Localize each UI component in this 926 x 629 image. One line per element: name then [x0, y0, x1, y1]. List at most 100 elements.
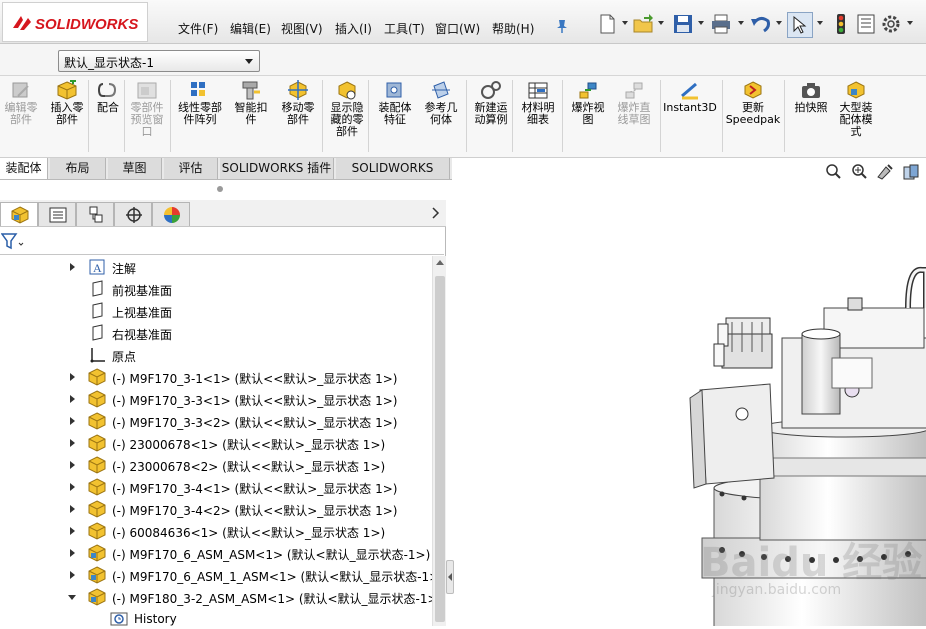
open-dropdown-arrow[interactable]: [658, 21, 664, 25]
command-exploded-view-button[interactable]: 爆炸视 图: [566, 80, 610, 126]
new-document-icon[interactable]: [596, 13, 618, 35]
tree-row[interactable]: (-) M9F170_3-4<2> (默认<<默认>_显示状态 1>): [0, 498, 432, 520]
options-gear-icon[interactable]: [880, 13, 902, 35]
command-speedpak-button[interactable]: 更新 Speedpak: [724, 80, 782, 126]
command-label: 大型装 配体模 式: [839, 101, 873, 138]
expand-arrow-icon[interactable]: [70, 527, 75, 535]
tab-solidworks-mbd[interactable]: SOLIDWORKS MBD: [336, 158, 450, 196]
tree-row[interactable]: (-) 23000678<1> (默认<<默认>_显示状态 1>): [0, 432, 432, 454]
undo-dropdown-arrow[interactable]: [776, 21, 782, 25]
tree-row[interactable]: (-) M9F180_3-2_ASM_ASM<1> (默认<默认_显示状态-1>…: [0, 586, 432, 608]
scroll-up-arrow[interactable]: [436, 260, 444, 265]
section-view-icon[interactable]: [902, 163, 920, 181]
menu-help[interactable]: 帮助(H): [492, 20, 534, 37]
select-dropdown-arrow[interactable]: [817, 21, 823, 25]
speedpak-icon: [744, 81, 762, 99]
tree-row[interactable]: 前视基准面: [0, 278, 432, 300]
expand-arrow-icon[interactable]: [70, 395, 75, 403]
tree-row[interactable]: (-) M9F170_3-1<1> (默认<<默认>_显示状态 1>): [0, 366, 432, 388]
menu-edit[interactable]: 编辑(E): [230, 20, 271, 37]
panel-splitter[interactable]: [0, 180, 446, 200]
tree-row[interactable]: 原点: [0, 344, 432, 366]
expand-arrow-icon[interactable]: [70, 505, 75, 513]
tree-row[interactable]: 右视基准面: [0, 322, 432, 344]
tree-item-label: (-) M9F180_3-2_ASM_ASM<1> (默认<默认_显示状态-1>…: [112, 592, 432, 606]
tree-row[interactable]: (-) 23000678<2> (默认<<默认>_显示状态 1>): [0, 454, 432, 476]
tab-dimxpert-manager[interactable]: [114, 202, 152, 226]
expand-arrow-icon[interactable]: [70, 439, 75, 447]
scroll-thumb[interactable]: [435, 276, 445, 622]
expand-arrow-icon[interactable]: [70, 483, 75, 491]
new-dropdown-arrow[interactable]: [622, 21, 628, 25]
tree-row[interactable]: (-) M9F170_3-4<1> (默认<<默认>_显示状态 1>): [0, 476, 432, 498]
chevron-right-icon[interactable]: [432, 207, 440, 219]
command-snapshot-button[interactable]: 拍快照: [788, 80, 834, 114]
rebuild-traffic-light-icon[interactable]: [830, 13, 852, 35]
undo-icon[interactable]: [750, 13, 772, 35]
command-linear-pattern-button[interactable]: 线性零部 件阵列: [172, 80, 228, 126]
tab-property-manager[interactable]: [38, 202, 76, 226]
tree-row[interactable]: (-) M9F170_3-3<1> (默认<<默认>_显示状态 1>): [0, 388, 432, 410]
tree-row[interactable]: (-) 60084636<1> (默认<<默认>_显示状态 1>): [0, 520, 432, 542]
open-folder-icon[interactable]: [632, 13, 654, 35]
command-bom-button[interactable]: 材料明 细表: [516, 80, 560, 126]
command-show-hidden-button[interactable]: 显示隐 藏的零 部件: [326, 80, 368, 138]
tree-row[interactable]: (-) M9F170_6_ASM_ASM<1> (默认<默认_显示状态-1>): [0, 542, 432, 564]
tree-row[interactable]: (-) M9F170_3-3<2> (默认<<默认>_显示状态 1>): [0, 410, 432, 432]
select-tool-button[interactable]: [787, 12, 813, 38]
print-icon[interactable]: [710, 13, 732, 35]
panel-collapse-handle[interactable]: [446, 560, 454, 594]
tab-display-manager[interactable]: [152, 202, 190, 226]
tree-scrollbar[interactable]: [432, 256, 446, 626]
tab-sketch[interactable]: 草图: [108, 158, 162, 179]
tab-configuration-manager[interactable]: [76, 202, 114, 226]
tree-item-label: (-) M9F170_3-4<2> (默认<<默认>_显示状态 1>): [112, 504, 398, 518]
tab-layout[interactable]: 布局: [50, 158, 106, 179]
previous-view-icon[interactable]: [876, 163, 894, 181]
save-dropdown-arrow[interactable]: [698, 21, 704, 25]
file-properties-icon[interactable]: [855, 13, 877, 35]
tree-row[interactable]: 上视基准面: [0, 300, 432, 322]
solidworks-logo[interactable]: SOLIDWORKS: [2, 2, 148, 42]
print-dropdown-arrow[interactable]: [738, 21, 744, 25]
command-mate-button[interactable]: 配合: [92, 80, 124, 114]
menu-view[interactable]: 视图(V): [281, 20, 323, 37]
expand-arrow-icon[interactable]: [70, 461, 75, 469]
command-edit-component-button[interactable]: 编辑零 部件: [2, 80, 40, 126]
command-insert-component-button[interactable]: 插入零 部件: [46, 80, 88, 126]
collapse-arrow-icon[interactable]: [68, 595, 76, 600]
command-large-assembly-button[interactable]: 大型装 配体模 式: [834, 80, 878, 138]
command-reference-geometry-button[interactable]: 参考几 何体: [420, 80, 462, 126]
zoom-to-fit-icon[interactable]: [824, 163, 842, 181]
command-preview-window-button[interactable]: 零部件 预览窗 口: [126, 80, 168, 138]
command-explode-line-button[interactable]: 爆炸直 线草图: [612, 80, 656, 126]
menu-tools[interactable]: 工具(T): [384, 20, 425, 37]
expand-arrow-icon[interactable]: [70, 263, 75, 271]
options-dropdown-arrow[interactable]: [907, 21, 913, 25]
zoom-area-icon[interactable]: [850, 163, 868, 181]
tree-row[interactable]: (-) M9F170_6_ASM_1_ASM<1> (默认<默认_显示状态-1>…: [0, 564, 432, 586]
command-smart-fastener-button[interactable]: 智能扣 件: [230, 80, 272, 126]
tab-assembly[interactable]: 装配体: [0, 158, 48, 179]
expand-arrow-icon[interactable]: [70, 549, 75, 557]
command-instant3d-button[interactable]: Instant3D: [662, 80, 718, 114]
save-icon[interactable]: [672, 13, 694, 35]
menu-file[interactable]: 文件(F): [178, 20, 218, 37]
expand-arrow-icon[interactable]: [70, 571, 75, 579]
filter-icon[interactable]: [1, 232, 25, 250]
command-motion-study-button[interactable]: 新建运 动算例: [470, 80, 512, 126]
expand-arrow-icon[interactable]: [70, 373, 75, 381]
tree-row[interactable]: History: [0, 608, 432, 626]
menu-window[interactable]: 窗口(W): [435, 20, 480, 37]
pin-icon[interactable]: [555, 18, 569, 34]
tab-solidworks-addins[interactable]: SOLIDWORKS 插件: [220, 158, 334, 179]
tab-evaluate[interactable]: 评估: [164, 158, 218, 179]
display-state-select[interactable]: 默认_显示状态-1: [58, 50, 260, 72]
tab-feature-manager[interactable]: [0, 202, 38, 226]
tree-filter-bar[interactable]: [0, 227, 444, 255]
menu-insert[interactable]: 插入(I): [335, 20, 372, 37]
tree-row[interactable]: A 注解: [0, 256, 432, 278]
command-move-component-button[interactable]: 移动零 部件: [276, 80, 320, 126]
expand-arrow-icon[interactable]: [70, 417, 75, 425]
command-assembly-feature-button[interactable]: 装配体 特征: [372, 80, 418, 126]
